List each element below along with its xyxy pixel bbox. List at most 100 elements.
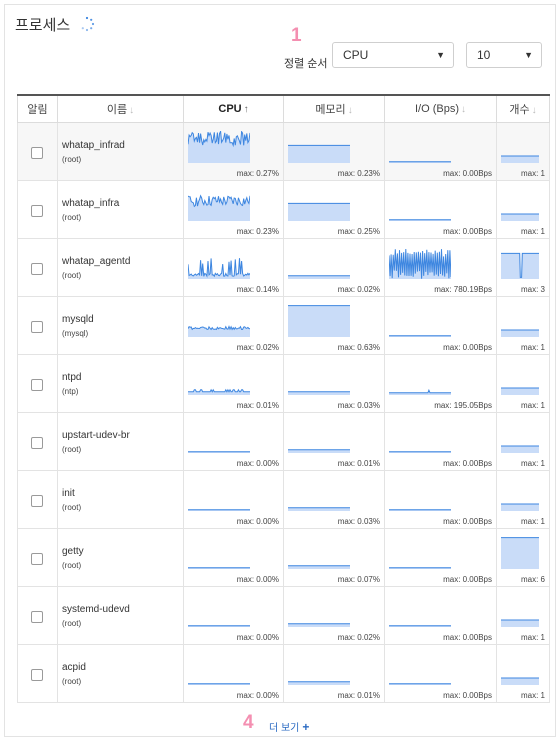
process-name[interactable]: systemd-udevd: [62, 604, 130, 615]
sparkline-chart: [288, 202, 350, 221]
table-row: init (root) max: 0.00% max: 0.03% max: 0.00B…: [17, 470, 550, 529]
max-value-label: max: 0.00Bps: [443, 575, 492, 584]
sparkline-container: [389, 131, 451, 168]
alert-checkbox[interactable]: [31, 321, 43, 333]
max-value-label: max: 0.27%: [236, 169, 279, 178]
alert-checkbox[interactable]: [31, 495, 43, 507]
alert-cell: [17, 644, 58, 703]
alert-checkbox[interactable]: [31, 379, 43, 391]
count-cell: max: 1: [496, 354, 550, 413]
column-header-memory[interactable]: 메모리 ↓: [283, 94, 385, 123]
alert-checkbox[interactable]: [31, 147, 43, 159]
count-cell: max: 1: [496, 470, 550, 529]
max-value-label: max: 0.00Bps: [443, 459, 492, 468]
io-cell: max: 195.05Bps: [384, 354, 497, 413]
sparkline-chart: [501, 677, 539, 685]
cpu-cell: max: 0.00%: [183, 470, 284, 529]
alert-checkbox[interactable]: [31, 263, 43, 275]
sparkline-chart: [188, 509, 250, 511]
max-value-label: max: 0.00%: [236, 517, 279, 526]
sparkline-container: [288, 479, 350, 516]
sparkline-container: [288, 247, 350, 284]
process-name[interactable]: init: [62, 488, 75, 499]
sparkline-container: [288, 595, 350, 632]
column-header-name[interactable]: 이름 ↓: [57, 94, 184, 123]
max-value-label: max: 0.03%: [337, 401, 380, 410]
process-name[interactable]: whatap_agentd: [62, 256, 130, 267]
sparkline-container: [188, 363, 250, 400]
max-value-label: max: 0.01%: [337, 691, 380, 700]
sparkline-line: [188, 388, 250, 393]
row-count-select[interactable]: 10 ▼: [466, 42, 542, 68]
process-name[interactable]: whatap_infrad: [62, 140, 125, 151]
memory-cell: max: 0.01%: [283, 412, 385, 471]
memory-cell: max: 0.03%: [283, 470, 385, 529]
sort-field-select[interactable]: CPU ▼: [332, 42, 454, 68]
chevron-down-icon: ▼: [436, 50, 445, 60]
sparkline-area: [501, 388, 539, 395]
column-header-alert: 알림: [17, 94, 58, 123]
sparkline-container: [501, 305, 539, 342]
max-value-label: max: 0.00Bps: [443, 517, 492, 526]
max-value-label: max: 0.00Bps: [443, 227, 492, 236]
process-name[interactable]: whatap_infra: [62, 198, 119, 209]
column-header-count[interactable]: 개수 ↓: [496, 94, 550, 123]
process-name[interactable]: upstart-udev-br: [62, 430, 130, 441]
alert-checkbox[interactable]: [31, 553, 43, 565]
sparkline-chart: [389, 388, 451, 395]
max-value-label: max: 0.02%: [236, 343, 279, 352]
sparkline-container: [501, 189, 539, 226]
process-name[interactable]: getty: [62, 546, 84, 557]
process-name[interactable]: acpid: [62, 662, 86, 673]
sparkline-chart: [389, 219, 451, 221]
sparkline-container: [288, 131, 350, 168]
count-cell: max: 1: [496, 412, 550, 471]
name-cell: upstart-udev-br (root): [57, 412, 184, 471]
alert-checkbox[interactable]: [31, 437, 43, 449]
marker-4: 4: [243, 712, 254, 733]
alert-checkbox[interactable]: [31, 611, 43, 623]
sparkline-area: [501, 330, 539, 337]
alert-checkbox[interactable]: [31, 669, 43, 681]
max-value-label: max: 1: [520, 633, 545, 642]
io-cell: max: 0.00Bps: [384, 122, 497, 181]
sparkline-container: [389, 189, 451, 226]
sparkline-area: [501, 446, 539, 453]
count-cell: max: 1: [496, 296, 550, 355]
memory-cell: max: 0.02%: [283, 586, 385, 645]
sparkline-chart: [288, 275, 350, 279]
count-cell: max: 3: [496, 238, 550, 297]
table-row: whatap_agentd (root) max: 0.14% max: 0.02% m…: [17, 238, 550, 297]
sparkline-chart: [501, 252, 539, 279]
sparkline-chart: [188, 451, 250, 453]
max-value-label: max: 0.00%: [236, 459, 279, 468]
alert-checkbox[interactable]: [31, 205, 43, 217]
sparkline-container: [188, 595, 250, 632]
column-header-io[interactable]: I/O (Bps) ↓: [384, 94, 497, 123]
sparkline-chart: [501, 387, 539, 395]
process-name[interactable]: mysqld: [62, 314, 94, 325]
table-row: whatap_infra (root) max: 0.23% max: 0.25% ma…: [17, 180, 550, 239]
sparkline-container: [187, 305, 251, 342]
max-value-label: max: 1: [520, 343, 545, 352]
max-value-label: max: 0.00Bps: [443, 343, 492, 352]
name-cell: whatap_infra (root): [57, 180, 184, 239]
show-more-button[interactable]: 더 보기 +: [269, 719, 309, 734]
process-table: 알림 이름 ↓ CPU ↑ 메모리 ↓ I/O (Bps) ↓ 개수 ↓ whatap_i…: [17, 94, 550, 703]
max-value-label: max: 0.23%: [236, 227, 279, 236]
sparkline-chart: [501, 503, 539, 511]
process-user: (root): [62, 503, 82, 512]
sparkline-chart: [389, 567, 451, 569]
column-header-cpu[interactable]: CPU ↑: [183, 94, 284, 123]
sort-field-value: CPU: [343, 48, 369, 62]
count-cell: max: 1: [496, 122, 550, 181]
sparkline-container: [389, 537, 451, 574]
count-cell: max: 1: [496, 644, 550, 703]
max-value-label: max: 6: [520, 575, 545, 584]
process-user: (mysql): [62, 329, 89, 338]
process-user: (root): [62, 213, 82, 222]
sparkline-chart: [389, 451, 451, 453]
max-value-label: max: 1: [520, 227, 545, 236]
process-name[interactable]: ntpd: [62, 372, 81, 383]
process-user: (root): [62, 677, 82, 686]
